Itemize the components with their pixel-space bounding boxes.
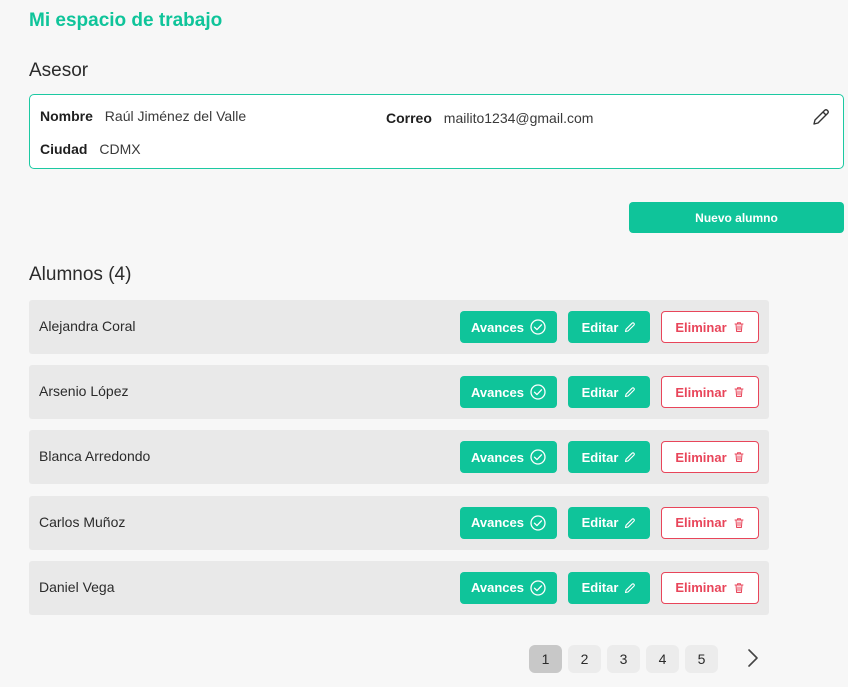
edit-advisor-button[interactable] bbox=[811, 107, 831, 127]
progress-button[interactable]: Avances bbox=[460, 441, 557, 474]
advisor-email-label: Correo bbox=[386, 110, 432, 126]
student-name: Daniel Vega bbox=[39, 578, 115, 595]
student-name: Blanca Arredondo bbox=[39, 448, 151, 465]
progress-button-label: Avances bbox=[471, 319, 524, 335]
trash-icon bbox=[734, 322, 744, 332]
edit-student-button[interactable]: Editar bbox=[568, 506, 650, 539]
progress-button[interactable]: Avances bbox=[460, 376, 557, 409]
progress-button-label: Avances bbox=[471, 515, 524, 531]
pagination: 12345 bbox=[529, 645, 718, 673]
advisor-email-value: mailito1234@gmail.com bbox=[443, 110, 594, 126]
new-student-button[interactable]: Nuevo alumno bbox=[629, 202, 844, 233]
delete-student-button[interactable]: Eliminar bbox=[661, 506, 759, 539]
delete-button-label: Eliminar bbox=[675, 384, 727, 400]
pencil-icon bbox=[625, 517, 636, 528]
pencil-icon bbox=[813, 109, 829, 125]
page-1-button[interactable]: 1 bbox=[529, 645, 562, 673]
student-name: Arsenio López bbox=[39, 383, 129, 400]
edit-student-button[interactable]: Editar bbox=[568, 376, 650, 409]
pencil-icon bbox=[625, 387, 636, 398]
page-title: Mi espacio de trabajo bbox=[29, 10, 223, 31]
delete-student-button[interactable]: Eliminar bbox=[661, 441, 759, 474]
advisor-city-value: CDMX bbox=[99, 141, 141, 157]
trash-icon bbox=[734, 517, 744, 528]
progress-button[interactable]: Avances bbox=[460, 506, 557, 539]
delete-button-label: Eliminar bbox=[675, 319, 727, 335]
advisor-email-field: Correo mailito1234@gmail.com bbox=[386, 110, 593, 126]
student-row: Alejandra Coral Avances Editar Eliminar bbox=[29, 300, 769, 354]
delete-button-label: Eliminar bbox=[675, 580, 727, 596]
edit-button-label: Editar bbox=[581, 449, 619, 465]
progress-button-label: Avances bbox=[471, 580, 524, 596]
edit-button-label: Editar bbox=[581, 515, 619, 531]
delete-button-label: Eliminar bbox=[675, 515, 727, 531]
progress-button[interactable]: Avances bbox=[460, 571, 557, 604]
edit-button-label: Editar bbox=[581, 580, 619, 596]
edit-button-label: Editar bbox=[581, 384, 619, 400]
check-circle-icon bbox=[530, 449, 546, 466]
student-name: Alejandra Coral bbox=[39, 318, 136, 334]
check-circle-icon bbox=[530, 384, 546, 400]
check-circle-icon bbox=[530, 514, 546, 531]
pencil-icon bbox=[625, 583, 636, 593]
delete-student-button[interactable]: Eliminar bbox=[661, 376, 759, 409]
page-2-button[interactable]: 2 bbox=[568, 645, 601, 673]
progress-button-label: Avances bbox=[471, 384, 524, 400]
chevron-right-icon bbox=[748, 649, 758, 667]
student-row: Arsenio López Avances Editar Eliminar bbox=[29, 365, 769, 420]
check-circle-icon bbox=[530, 580, 546, 596]
advisor-name-value: Raúl Jiménez del Valle bbox=[104, 108, 247, 124]
next-page-button[interactable] bbox=[742, 647, 764, 669]
advisor-city-label: Ciudad bbox=[40, 141, 88, 157]
delete-button-label: Eliminar bbox=[675, 449, 727, 465]
page-5-button[interactable]: 5 bbox=[685, 645, 718, 673]
advisor-name-field: Nombre Raúl Jiménez del Valle bbox=[40, 108, 246, 124]
pencil-icon bbox=[625, 322, 636, 333]
trash-icon bbox=[734, 583, 744, 593]
pencil-icon bbox=[625, 452, 636, 463]
student-row: Carlos Muñoz Avances Editar Eliminar bbox=[29, 495, 769, 550]
edit-student-button[interactable]: Editar bbox=[568, 571, 650, 604]
advisor-city-field: Ciudad CDMX bbox=[40, 141, 141, 157]
advisor-card: Nombre Raúl Jiménez del Valle Correo mai… bbox=[29, 94, 844, 169]
delete-student-button[interactable]: Eliminar bbox=[661, 311, 759, 343]
student-name: Carlos Muñoz bbox=[39, 513, 126, 530]
check-circle-icon bbox=[530, 319, 546, 335]
page-4-button[interactable]: 4 bbox=[646, 645, 679, 673]
trash-icon bbox=[734, 452, 744, 463]
edit-student-button[interactable]: Editar bbox=[568, 441, 650, 474]
advisor-name-label: Nombre bbox=[40, 108, 93, 124]
edit-button-label: Editar bbox=[581, 319, 619, 335]
edit-student-button[interactable]: Editar bbox=[568, 311, 650, 343]
students-section-title: Alumnos (4) bbox=[29, 264, 132, 285]
student-row: Blanca Arredondo Avances Editar Eliminar bbox=[29, 430, 769, 485]
delete-student-button[interactable]: Eliminar bbox=[661, 571, 759, 604]
trash-icon bbox=[734, 387, 744, 398]
page-3-button[interactable]: 3 bbox=[607, 645, 640, 673]
advisor-section-title: Asesor bbox=[29, 60, 89, 81]
progress-button[interactable]: Avances bbox=[460, 311, 557, 343]
student-row: Daniel Vega Avances Editar Eliminar bbox=[29, 560, 769, 615]
progress-button-label: Avances bbox=[471, 449, 524, 465]
